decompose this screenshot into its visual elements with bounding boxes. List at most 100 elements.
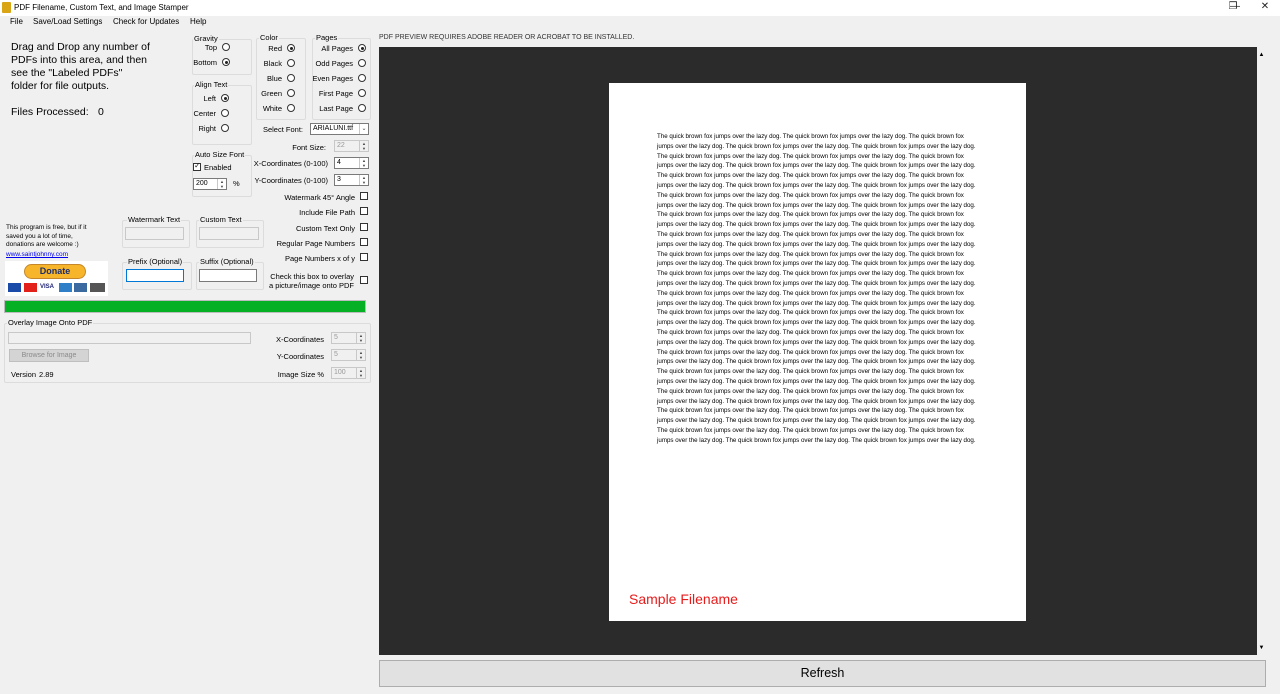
donate-button[interactable]: Donate — [24, 264, 86, 279]
color-white-label: White — [262, 104, 282, 113]
pages-label: Pages — [315, 33, 339, 42]
pages-odd-label: Odd Pages — [315, 59, 353, 68]
custom-only-checkbox[interactable] — [360, 223, 368, 231]
preview-scrollbar[interactable] — [1257, 47, 1266, 655]
select-font-label: Select Font: — [262, 125, 303, 134]
color-green-radio[interactable] — [287, 89, 295, 97]
auto-size-spinner[interactable]: 200 ▲ ▼ — [193, 178, 227, 190]
menu-file[interactable]: File — [10, 17, 23, 26]
spinner-arrows-icon: ▲ ▼ — [359, 175, 368, 185]
page-numbers-xy-label: Page Numbers x of y — [284, 254, 355, 263]
custom-text-label: Custom Text — [199, 215, 243, 224]
overlay-y-value: 5 — [334, 351, 338, 358]
card-icon — [8, 283, 21, 292]
overlay-y-label: Y-Coordinates — [276, 352, 324, 361]
scroll-down-icon[interactable]: ▼ — [1257, 645, 1266, 651]
watermark-angle-checkbox[interactable] — [360, 192, 368, 200]
pages-last-radio[interactable] — [358, 104, 366, 112]
stamp-text: Sample Filename — [629, 591, 738, 607]
watermark-angle-label: Watermark 45° Angle — [284, 193, 355, 202]
color-black-label: Black — [263, 59, 282, 68]
align-right-label: Right — [198, 124, 216, 133]
regular-page-numbers-label: Regular Page Numbers — [276, 239, 355, 248]
suffix-input[interactable] — [199, 269, 257, 282]
color-white-radio[interactable] — [287, 104, 295, 112]
gravity-bottom-label: Bottom — [193, 58, 217, 67]
align-left-radio[interactable] — [221, 94, 229, 102]
spinner-arrows-icon: ▲ ▼ — [359, 141, 368, 151]
browse-image-button[interactable]: Browse for Image — [9, 349, 89, 362]
align-label: Align Text — [194, 80, 229, 89]
spinner-arrows-icon: ▲ ▼ — [217, 179, 226, 189]
x-coord-value: 4 — [337, 159, 341, 166]
prefix-label: Prefix (Optional) — [127, 257, 184, 266]
overlay-y-spinner[interactable]: 5 ▲ ▼ — [331, 349, 366, 361]
visa-icon: VISA — [40, 284, 55, 290]
card-icon — [74, 283, 87, 292]
watermark-label: Watermark Text — [127, 215, 182, 224]
auto-size-value: 200 — [196, 180, 208, 187]
bank-icon — [90, 283, 105, 292]
y-coord-value: 3 — [337, 176, 341, 183]
custom-text-input[interactable] — [199, 227, 259, 240]
progress-bar — [4, 300, 366, 313]
font-size-value: 22 — [337, 142, 345, 149]
overlay-path-input[interactable] — [8, 332, 251, 344]
auto-size-checkbox[interactable] — [193, 161, 201, 171]
color-blue-radio[interactable] — [287, 74, 295, 82]
title-bar — [0, 0, 1280, 16]
color-red-label: Red — [268, 44, 282, 53]
watermark-input[interactable] — [125, 227, 184, 240]
font-size-spinner[interactable]: 22 ▲ ▼ — [334, 140, 369, 152]
pages-even-radio[interactable] — [358, 74, 366, 82]
pages-odd-radio[interactable] — [358, 59, 366, 67]
regular-page-numbers-checkbox[interactable] — [360, 238, 368, 246]
include-path-checkbox[interactable] — [360, 207, 368, 215]
include-path-label: Include File Path — [299, 208, 355, 217]
scroll-up-icon[interactable]: ▲ — [1257, 52, 1266, 58]
align-left-label: Left — [203, 94, 216, 103]
auto-size-group — [192, 155, 252, 197]
menu-help[interactable]: Help — [190, 17, 206, 26]
x-coord-label: X-Coordinates (0-100) — [253, 159, 328, 168]
color-blue-label: Blue — [266, 74, 282, 83]
prefix-input[interactable] — [126, 269, 184, 282]
files-processed-value: 0 — [98, 106, 104, 118]
drop-instructions: Drag and Drop any number of PDFs into th… — [11, 41, 150, 92]
overlay-size-label: Image Size % — [277, 370, 324, 379]
color-red-radio[interactable] — [287, 44, 295, 52]
align-right-radio[interactable] — [221, 124, 229, 132]
close-button[interactable]: ✕ — [1250, 0, 1280, 14]
menu-save-load[interactable]: Save/Load Settings — [33, 17, 102, 26]
align-center-radio[interactable] — [221, 109, 229, 117]
color-label: Color — [259, 33, 279, 42]
pages-first-radio[interactable] — [358, 89, 366, 97]
y-coord-spinner[interactable]: 3 ▲ ▼ — [334, 174, 369, 186]
auto-size-unit: % — [233, 179, 240, 188]
mastercard-icon — [24, 283, 37, 292]
donation-link[interactable]: www.saintjohnny.com — [6, 251, 68, 258]
overlay-image-checkbox[interactable] — [360, 276, 368, 284]
overlay-x-spinner[interactable]: 5 ▲ ▼ — [331, 332, 366, 344]
overlay-size-spinner[interactable]: 100 ▲ ▼ — [331, 367, 366, 379]
gravity-bottom-radio[interactable] — [222, 58, 230, 66]
menu-check-updates[interactable]: Check for Updates — [113, 17, 179, 26]
page-numbers-xy-checkbox[interactable] — [360, 253, 368, 261]
color-green-label: Green — [261, 89, 282, 98]
font-dropdown-value: ARIALUNI.ttf — [313, 125, 354, 132]
spinner-arrows-icon: ▲ ▼ — [359, 158, 368, 168]
overlay-x-label: X-Coordinates — [276, 335, 324, 344]
spinner-arrows-icon: ▲ ▼ — [356, 333, 365, 343]
overlay-image-label: Check this box to overlay a picture/imag… — [268, 272, 354, 290]
auto-size-label: Auto Size Font — [194, 150, 246, 159]
x-coord-spinner[interactable]: 4 ▲ ▼ — [334, 157, 369, 169]
refresh-button[interactable]: Refresh — [379, 660, 1266, 687]
gravity-top-label: Top — [204, 43, 217, 52]
pages-all-radio[interactable] — [358, 44, 366, 52]
app-icon — [2, 2, 11, 13]
color-black-radio[interactable] — [287, 59, 295, 67]
gravity-top-radio[interactable] — [222, 43, 230, 51]
gravity-label: Gravity — [193, 34, 219, 43]
font-dropdown[interactable]: ARIALUNI.ttf ⌄ — [310, 123, 369, 135]
pages-all-label: All Pages — [321, 44, 353, 53]
